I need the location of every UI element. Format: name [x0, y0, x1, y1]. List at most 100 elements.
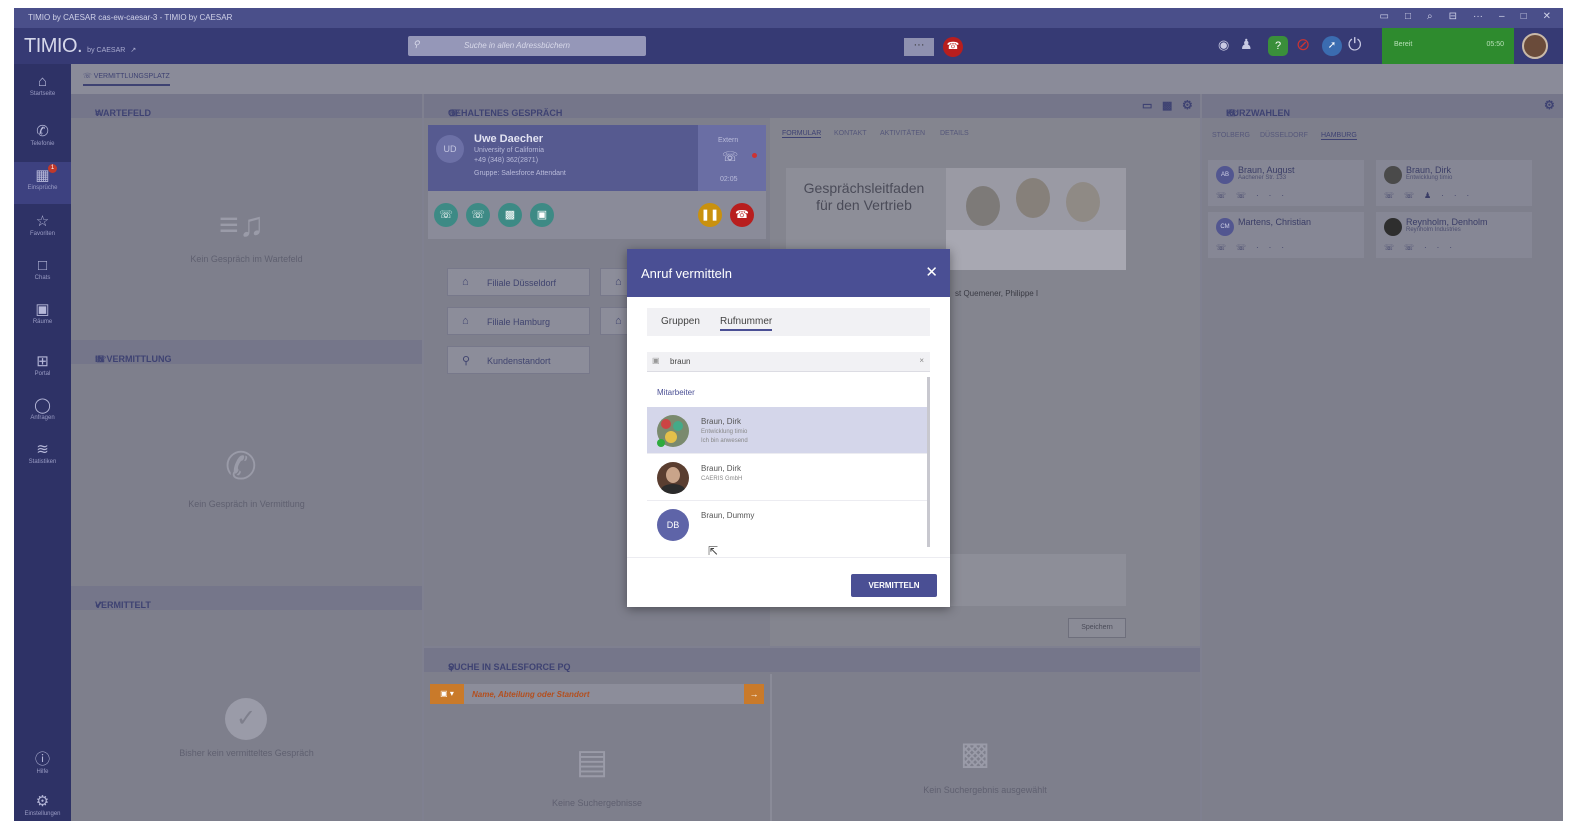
- speed-dial-actions[interactable]: ☏☏···: [1384, 243, 1462, 252]
- status-time: 05:50: [1486, 41, 1504, 48]
- sidebar-item-label: Chats: [34, 275, 51, 281]
- sidebar-item-favoriten[interactable]: ☆ Favoriten: [14, 214, 71, 238]
- settings-icon[interactable]: ⚙: [1182, 98, 1193, 112]
- tab-details[interactable]: DETAILS: [940, 130, 969, 137]
- trash-icon[interactable]: ▭: [1142, 99, 1152, 112]
- contact-name: Martens, Christian: [1238, 217, 1312, 227]
- home-icon: ⌂: [462, 276, 469, 288]
- close-icon[interactable]: ✕: [925, 263, 938, 281]
- power-icon[interactable]: ⏻: [1348, 35, 1361, 55]
- location-label: Kundenstandort: [487, 356, 551, 366]
- speed-dial-entry[interactable]: CM Martens, Christian ☏☏···: [1208, 212, 1364, 258]
- window-control-icon[interactable]: ···: [1473, 11, 1483, 22]
- status-green-icon[interactable]: ?: [1268, 36, 1288, 56]
- divider: [627, 557, 950, 558]
- sidebar-item-einsprueche[interactable]: ▦ Einsprüche 1: [14, 162, 71, 204]
- sidebar-item-chats[interactable]: □ Chats: [14, 258, 71, 282]
- notes-textarea[interactable]: [950, 554, 1126, 606]
- tab-duesseldorf[interactable]: DÜSSELDORF: [1260, 132, 1308, 139]
- sidebar-item-label: Favoriten: [29, 231, 55, 237]
- location-kundenstandort[interactable]: ⚲ Kundenstandort: [447, 346, 590, 374]
- sidebar-item-startseite[interactable]: ⌂ Startseite: [14, 74, 71, 98]
- tab-stolberg[interactable]: STOLBERG: [1212, 132, 1250, 139]
- calendar-icon: ▦: [35, 167, 50, 184]
- result-row[interactable]: DB Braun, Dummy: [647, 501, 927, 551]
- transfer-call-button[interactable]: ☏: [434, 203, 458, 227]
- headset-icon[interactable]: ◉: [1218, 37, 1229, 53]
- held-call-card[interactable]: UD Uwe Daecher University of California …: [428, 125, 766, 191]
- maximize-icon[interactable]: □: [1521, 11, 1527, 22]
- user-avatar[interactable]: [1522, 33, 1548, 59]
- map-pin-icon: ⚲: [462, 355, 471, 367]
- settings-icon[interactable]: ⚙: [1544, 98, 1555, 112]
- speed-dial-entry[interactable]: Braun, Dirk Entwicklung timio ☏☏♟···: [1376, 160, 1532, 206]
- tab-aktivitaeten[interactable]: AKTIVITÄTEN: [880, 130, 925, 137]
- external-link-icon[interactable]: ↗: [130, 47, 136, 54]
- search-value: braun: [670, 357, 691, 366]
- vermitteln-button[interactable]: VERMITTELN: [851, 574, 937, 597]
- window-control-icon[interactable]: ⌕: [1427, 11, 1433, 22]
- speed-dial-entry[interactable]: Reynholm, Denholm Reynholm Industries ☏☏…: [1376, 212, 1532, 258]
- tab-vermittlungsplatz[interactable]: ☏ VERMITTLUNGSPLATZ: [83, 72, 170, 86]
- result-row[interactable]: Braun, Dirk CAERIS GmbH: [647, 454, 927, 501]
- sidebar-item-label: Statistiken: [28, 459, 57, 465]
- hangup-call-button[interactable]: ☎: [730, 203, 754, 227]
- list-icon: ▤: [576, 743, 609, 781]
- result-row[interactable]: Braun, Dirk Entwicklung timio Ich bin an…: [647, 407, 927, 454]
- speed-dial-actions[interactable]: ☏☏···: [1216, 191, 1294, 200]
- do-not-disturb-icon[interactable]: ⊘: [1296, 35, 1310, 55]
- salesforce-search-input[interactable]: ▣ ▾ Name, Abteilung oder Standort →: [430, 684, 764, 704]
- save-button[interactable]: Speichern: [1068, 618, 1126, 638]
- speed-dial-actions[interactable]: ☏☏···: [1216, 243, 1294, 252]
- addressbook-icon: ▣: [652, 356, 660, 365]
- speed-dial-entry[interactable]: AB Braun, August Aachener Str. 133 ☏☏···: [1208, 160, 1364, 206]
- window-control-icon[interactable]: □: [1405, 11, 1411, 22]
- hangup-button[interactable]: ☎: [943, 37, 963, 57]
- window-control-icon[interactable]: ▭: [1380, 11, 1389, 22]
- forward-call-button[interactable]: ☏: [466, 203, 490, 227]
- presence-icon[interactable]: ♟: [1240, 36, 1253, 53]
- arrow-right-icon[interactable]: →: [744, 684, 764, 704]
- contact-avatar: AB: [1216, 166, 1234, 184]
- hold-button[interactable]: ❚❚: [698, 203, 722, 227]
- contact-sub: Aachener Str. 133: [1238, 175, 1287, 181]
- kurzwahlen-header: ☏ KURZWAHLEN ⚙: [1202, 94, 1563, 118]
- close-window-icon[interactable]: ✕: [1543, 11, 1551, 22]
- contact-name: Braun, Dirk: [1406, 165, 1452, 175]
- minimize-icon[interactable]: –: [1499, 11, 1505, 22]
- tab-rufnummer[interactable]: Rufnummer: [720, 316, 773, 331]
- addressbook-dropdown[interactable]: ▣ ▾: [430, 684, 464, 704]
- status-indicator[interactable]: Bereit 05:50: [1382, 28, 1514, 64]
- video-call-button[interactable]: ▩: [498, 203, 522, 227]
- window-control-icon[interactable]: ⊟: [1449, 11, 1457, 22]
- speed-dial-actions[interactable]: ☏☏♟···: [1384, 191, 1479, 200]
- contact-name: Reynholm, Denholm: [1406, 217, 1488, 227]
- result-scrollbar[interactable]: [927, 377, 930, 547]
- contact-card-button[interactable]: ▣: [530, 203, 554, 227]
- clear-icon[interactable]: ×: [919, 356, 924, 365]
- location-filiale-hamburg[interactable]: ⌂ Filiale Hamburg: [447, 307, 590, 335]
- speed-dial-panel: ☏ KURZWAHLEN ⚙ STOLBERG DÜSSELDORF HAMBU…: [1202, 94, 1563, 821]
- tab-hamburg[interactable]: HAMBURG: [1321, 132, 1357, 140]
- location-filiale-duesseldorf[interactable]: ⌂ Filiale Düsseldorf: [447, 268, 590, 296]
- sidebar-item-raeume[interactable]: ▣ Räume: [14, 302, 71, 326]
- sidebar-item-portal[interactable]: ⊞ Portal: [14, 354, 71, 378]
- window-controls: ▭ □ ⌕ ⊟ ··· – □ ✕: [1380, 11, 1552, 22]
- sidebar-item-hilfe[interactable]: ⓘ Hilfe: [14, 751, 71, 776]
- tab-kontakt[interactable]: KONTAKT: [834, 130, 867, 137]
- result-sub: CAERIS GmbH: [701, 476, 743, 482]
- phone-search-input[interactable]: ▣ braun ×: [647, 352, 930, 372]
- in-vermittlung-header: ☏ IN VERMITTLUNG: [71, 340, 422, 364]
- compass-icon[interactable]: ➚: [1322, 36, 1342, 56]
- sidebar-item-statistiken[interactable]: ≋ Statistiken: [14, 442, 71, 466]
- sidebar-item-telefonie[interactable]: ✆ Telefonie: [14, 124, 71, 148]
- global-search-input[interactable]: ⚲ Suche in allen Adressbüchern: [408, 36, 646, 56]
- more-button[interactable]: ···: [904, 38, 934, 56]
- tab-formular[interactable]: FORMULAR: [782, 130, 822, 138]
- sidebar-item-anfragen[interactable]: ◯ Anfragen: [14, 398, 71, 422]
- contact-avatar: CM: [1216, 218, 1234, 236]
- help-icon: ⓘ: [34, 751, 50, 768]
- tab-gruppen[interactable]: Gruppen: [661, 316, 700, 327]
- card-icon[interactable]: ▩: [1162, 99, 1172, 112]
- sidebar-item-einstellungen[interactable]: ⚙ Einstellungen: [14, 794, 71, 818]
